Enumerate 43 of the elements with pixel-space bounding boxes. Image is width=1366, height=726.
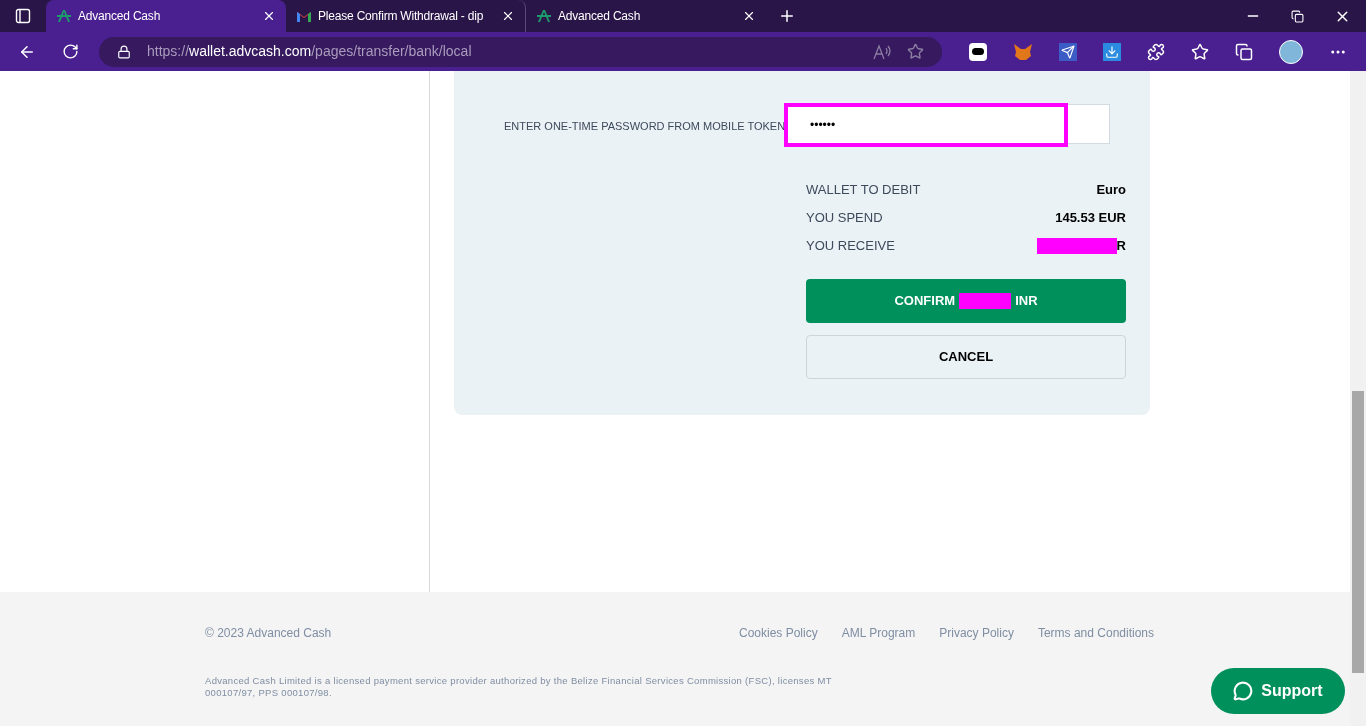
summary-label: YOU SPEND bbox=[806, 208, 883, 227]
mail-icon bbox=[296, 10, 312, 22]
address-bar[interactable]: https://wallet.advcash.com/pages/transfer/bank/local bbox=[99, 36, 942, 67]
download-icon[interactable] bbox=[1103, 42, 1121, 61]
legal-text: Advanced Cash Limited is a licensed payment service provider authorized by the Belize Financial Services Commission (FSC), licenses MT 000107/97, PPS 000107/98. bbox=[205, 675, 833, 699]
favorites-icon[interactable] bbox=[1191, 42, 1209, 61]
url-text: https://wallet.advcash.com/pages/transfer/bank/local bbox=[147, 42, 472, 61]
tab-title: Please Confirm Withdrawal - dip bbox=[318, 9, 484, 24]
summary-label: WALLET TO DEBIT bbox=[806, 180, 921, 199]
summary-value: Euro bbox=[1096, 180, 1126, 199]
read-aloud-icon[interactable] bbox=[873, 43, 891, 60]
profile-avatar[interactable] bbox=[1279, 39, 1303, 64]
otp-field[interactable]: •••••• bbox=[784, 103, 1068, 147]
logo-icon bbox=[56, 9, 72, 23]
collections-icon[interactable] bbox=[1235, 42, 1253, 61]
cancel-button[interactable]: CANCEL bbox=[806, 335, 1126, 379]
close-icon[interactable] bbox=[742, 9, 756, 23]
summary-value: R bbox=[1116, 236, 1126, 255]
lock-icon bbox=[117, 44, 131, 59]
new-tab-icon[interactable] bbox=[778, 7, 796, 25]
summary-label: YOU RECEIVE bbox=[806, 236, 895, 255]
chat-icon bbox=[1233, 681, 1254, 701]
support-button[interactable]: Support bbox=[1211, 668, 1345, 714]
scrollbar[interactable] bbox=[1350, 71, 1366, 726]
favorite-add-icon[interactable] bbox=[907, 43, 924, 60]
browser-tab[interactable]: Advanced Cash bbox=[526, 0, 766, 32]
logo-icon bbox=[536, 9, 552, 23]
summary-value: 145.53 EUR bbox=[1055, 208, 1126, 227]
extension-icon[interactable] bbox=[969, 42, 987, 61]
reload-icon[interactable] bbox=[62, 43, 79, 60]
extensions-icon[interactable] bbox=[1147, 42, 1165, 61]
copyright-text: © 2023 Advanced Cash bbox=[205, 625, 332, 642]
browser-tab[interactable]: Advanced Cash bbox=[46, 0, 286, 32]
otp-label: ENTER ONE-TIME PASSWORD FROM MOBILE TOKEN bbox=[503, 119, 787, 134]
restore-icon[interactable] bbox=[1291, 9, 1304, 23]
tab-title: Advanced Cash bbox=[78, 9, 161, 24]
tab-title: Advanced Cash bbox=[558, 9, 641, 24]
send-icon[interactable] bbox=[1059, 42, 1077, 61]
confirm-button[interactable]: CONFIRM INR bbox=[806, 279, 1126, 323]
close-icon[interactable] bbox=[262, 9, 276, 23]
close-icon[interactable] bbox=[501, 9, 515, 23]
fox-icon[interactable] bbox=[1013, 42, 1033, 61]
scrollbar-thumb[interactable] bbox=[1352, 391, 1364, 673]
